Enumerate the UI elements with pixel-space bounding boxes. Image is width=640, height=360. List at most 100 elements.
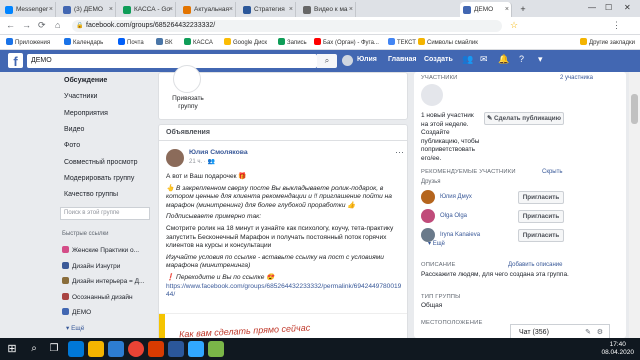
star-icon[interactable]: ☆ [510,20,518,31]
avatar[interactable] [342,55,353,66]
bookmark-icon [6,38,13,45]
invite-button[interactable]: Пригласить [518,210,564,223]
bookmark-item[interactable]: Другие закладки [580,38,635,46]
store-icon[interactable] [108,341,124,357]
dropdown-icon[interactable]: ▾ [538,54,543,65]
left-nav-item[interactable]: Обсуждение [64,77,107,84]
browser-tab[interactable]: (3) ДЕМО × [60,2,116,17]
browser-tab[interactable]: Видео к ма × [300,2,356,17]
menu-icon[interactable]: ⋮ [612,20,621,31]
bookmark-item[interactable]: ВК [156,38,173,46]
person-avatar[interactable] [421,190,435,204]
messenger-icon[interactable]: ✉ [480,54,488,65]
left-nav-item[interactable]: Качество группы [64,191,118,198]
scrollbar-thumb[interactable] [631,94,638,124]
pin-group-label[interactable]: Привязать группу [163,95,213,111]
reload-icon[interactable]: ⟳ [38,20,46,31]
invite-button[interactable]: Пригласить [518,191,564,204]
group-search-input[interactable]: Поиск в этой группе [60,207,150,220]
system-clock[interactable]: 17:40 08.04.2020 [601,341,634,357]
left-nav-item[interactable]: Видео [64,126,84,133]
explorer-icon[interactable] [88,341,104,357]
create-post-button[interactable]: ✎ Сделать публикацию [484,112,564,125]
add-description-link[interactable]: Добавить описание [508,262,562,268]
new-tab-icon[interactable]: + [515,2,531,17]
quick-link[interactable]: Женские Практики о... [62,246,139,254]
task-view-icon[interactable]: ❐ [46,341,62,357]
left-nav-item[interactable]: Мероприятия [64,110,108,117]
create-link[interactable]: Создать [424,56,453,63]
person-name[interactable]: Iryna Kanaieva [440,232,480,238]
quick-link[interactable]: Осознанный дизайн [62,292,133,301]
quick-link[interactable]: Дизайн интерьера = Д... [62,277,144,285]
friends-icon[interactable]: 👥 [462,54,473,65]
more-members[interactable]: ▾ Ещё [428,240,445,247]
invite-button[interactable]: Пригласить [518,229,564,242]
scrollbar[interactable] [629,72,640,338]
hide-link[interactable]: Скрыть [542,169,562,175]
quick-link[interactable]: ДЕМО [62,308,91,316]
browser-tab[interactable]: КАССА - Go × [120,2,176,17]
author-avatar[interactable] [166,149,184,167]
close-tab-icon[interactable]: × [349,2,353,17]
close-tab-icon[interactable]: × [49,2,53,17]
close-tab-icon[interactable]: × [505,2,509,17]
windows-start-icon[interactable]: ⊞ [4,341,20,357]
person-name[interactable]: Юлия Дмух [440,194,472,200]
powerpoint-icon[interactable] [148,341,164,357]
post-time[interactable]: 21 ч. · 👥 [189,158,215,165]
pin-icon[interactable] [173,65,201,93]
notifications-icon[interactable]: 🔔 [498,54,509,65]
member-avatar[interactable] [421,84,443,106]
browser-tab[interactable]: Стратегия × [240,2,296,17]
close-tab-icon[interactable]: × [289,2,293,17]
search-icon[interactable]: ⌕ [317,54,337,68]
bookmark-item[interactable]: Почта [118,38,144,46]
bookmark-item[interactable]: Приложения [6,38,50,46]
close-tab-icon[interactable]: × [229,2,233,17]
home-link[interactable]: Главная [388,56,416,63]
search-taskbar-icon[interactable]: ⌕ [26,341,42,357]
forward-icon[interactable]: → [22,20,31,30]
browser-tab[interactable]: Актуальная × [180,2,236,17]
browser-tab[interactable]: Messenger × [2,2,56,17]
home-icon[interactable]: ⌂ [55,20,60,30]
quick-link[interactable]: Дизайн Изнутри [62,261,120,270]
left-nav-item[interactable]: Фото [64,142,80,149]
word-icon[interactable] [168,341,184,357]
more-options-icon[interactable]: ⋯ [395,147,404,158]
person-avatar[interactable] [421,209,435,223]
help-icon[interactable]: ? [519,54,524,64]
photoshop-icon[interactable] [188,341,204,357]
post-author[interactable]: Юлия Смолякова [189,149,248,156]
maximize-icon[interactable]: ☐ [605,3,612,12]
chrome-icon[interactable] [128,341,144,357]
bookmark-item[interactable]: Символы смайлик [418,38,478,46]
left-nav-item[interactable]: Участники [64,93,97,100]
close-window-icon[interactable]: ✕ [624,3,631,12]
post-link[interactable]: https://www.facebook.com/groups/68526443… [166,283,404,300]
person-name[interactable]: Olga Olga [440,213,467,219]
bookmark-item[interactable]: Google Диск [224,38,267,46]
more-quick-links[interactable]: ▾ Ещё [66,324,84,332]
left-nav-item[interactable]: Совместный просмотр [64,159,137,166]
profile-link[interactable]: Юлия [357,56,377,63]
bookmark-item[interactable]: КАССА [184,38,213,46]
bookmark-item[interactable]: ТЕКСТ [388,38,416,46]
bookmark-item[interactable]: Бах (Орган) - Фуга... [314,38,379,46]
browser-tab[interactable]: ДЕМО × [460,2,512,17]
minimize-icon[interactable]: — [588,3,596,12]
back-icon[interactable]: ← [6,20,15,30]
close-tab-icon[interactable]: × [169,2,173,17]
url-input[interactable]: 🔒 facebook.com/groups/685264432233332/ [72,20,502,32]
friends-label: Друзья [421,179,441,185]
search-input[interactable]: ДЕМО [27,54,317,68]
edge-icon[interactable] [68,341,84,357]
left-nav-item[interactable]: Модерировать группу [64,175,134,182]
members-count[interactable]: 2 участника [560,75,593,81]
bookmark-item[interactable]: Календарь [64,38,103,46]
close-tab-icon[interactable]: × [109,2,113,17]
bookmark-item[interactable]: Запись [278,38,307,46]
app-icon[interactable] [208,341,224,357]
facebook-logo[interactable]: f [8,53,23,69]
